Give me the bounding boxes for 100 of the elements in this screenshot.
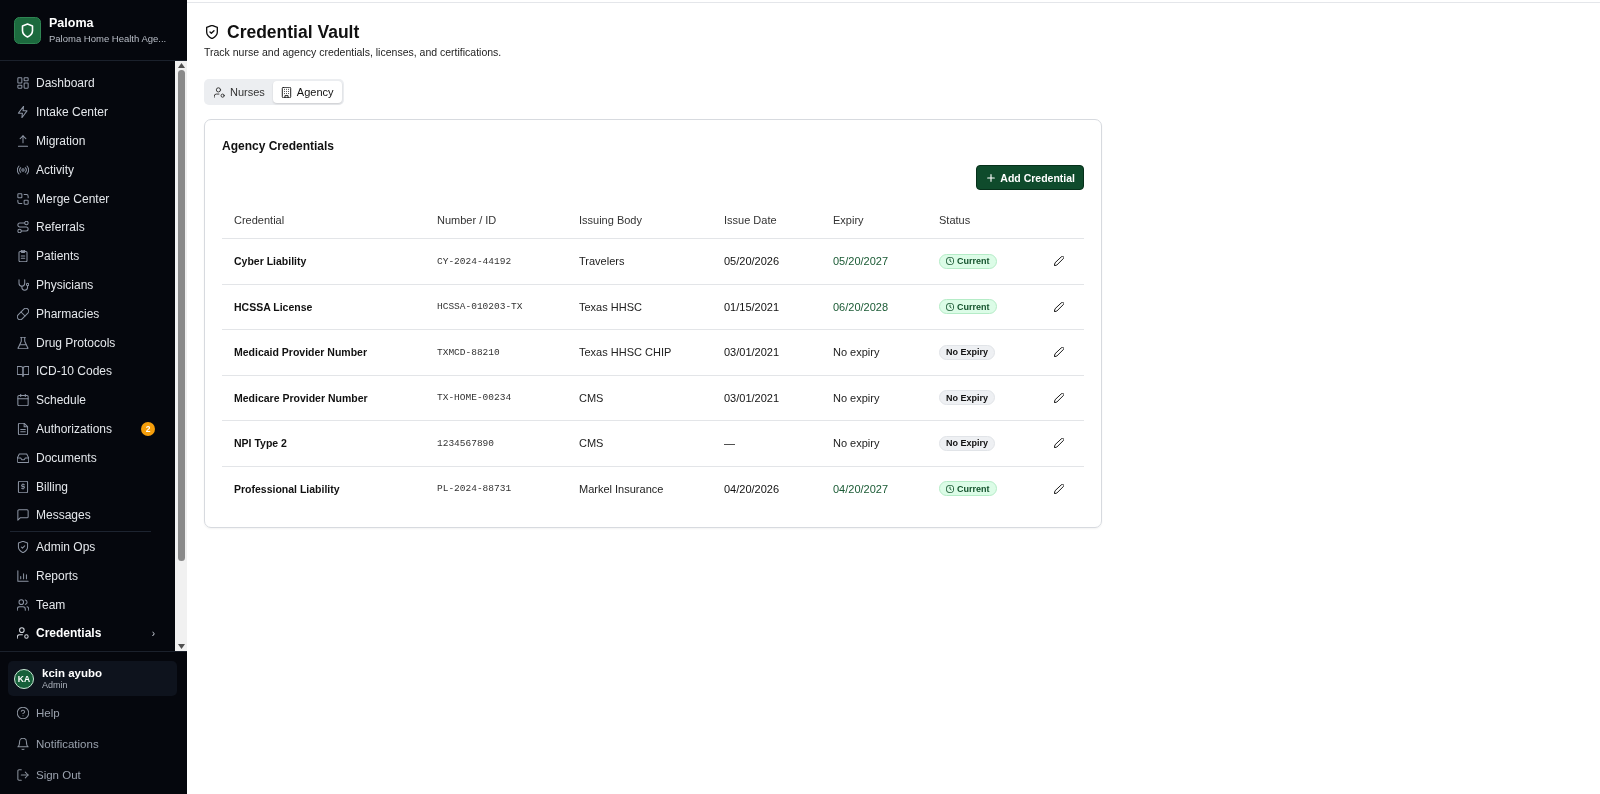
table-cell: CMS <box>567 420 712 466</box>
nav-item[interactable]: Migration <box>0 126 175 156</box>
nav-item[interactable]: Team <box>0 590 175 619</box>
plus-icon <box>986 172 997 183</box>
nav-item[interactable]: Schedule <box>0 385 175 415</box>
table-cell: Medicare Provider Number <box>222 375 425 421</box>
clock-icon <box>946 484 954 493</box>
book-icon <box>17 365 29 378</box>
building-icon <box>280 86 292 98</box>
scrollbar[interactable] <box>175 61 187 651</box>
table-cell: 04/20/2026 <box>712 466 821 511</box>
nav-item[interactable]: Pharmacies <box>0 299 175 329</box>
sidebar-link[interactable]: Notifications <box>0 728 99 760</box>
sidebar-link[interactable]: Help <box>0 697 60 729</box>
bolt-icon <box>17 106 29 119</box>
calendar-icon <box>17 394 29 407</box>
pencil-icon[interactable] <box>1054 301 1064 312</box>
page-subtitle: Track nurse and agency credentials, licenses, and certifications. <box>204 45 502 59</box>
table-cell: 03/01/2021 <box>712 329 821 375</box>
nav-item[interactable]: Authorizations 2 <box>0 414 175 444</box>
broadcast-icon <box>17 163 29 176</box>
table-cell: Markel Insurance <box>567 466 712 511</box>
column-header: Expiry <box>821 202 927 239</box>
scroll-up-arrow-icon[interactable] <box>177 63 185 68</box>
table-cell: 03/01/2021 <box>712 375 821 421</box>
shield-logo-icon <box>14 16 41 44</box>
scroll-down-arrow-icon[interactable] <box>177 644 185 649</box>
user-role: Admin <box>42 679 69 691</box>
pencil-icon[interactable] <box>1054 256 1064 267</box>
dollar-receipt-icon <box>17 480 29 493</box>
table-cell: No expiry <box>821 420 927 466</box>
table-cell: 04/20/2027 <box>821 466 927 511</box>
pill-icon <box>17 307 29 320</box>
table-cell: NPI Type 2 <box>222 420 425 466</box>
user-card[interactable]: KA kcin ayubo Admin <box>8 661 177 696</box>
table-cell: HCSSA-010203-TX <box>425 284 567 330</box>
sidebar-link[interactable]: Sign Out <box>0 759 81 791</box>
table-cell: CY-2024-44192 <box>425 238 567 284</box>
bell-icon <box>17 738 29 750</box>
swap-squares-icon <box>17 192 29 205</box>
table-cell: Medicaid Provider Number <box>222 329 425 375</box>
nav-item[interactable]: Documents <box>0 443 175 473</box>
brand-name: Paloma <box>49 16 95 30</box>
nav-item[interactable]: Merge Center <box>0 184 175 213</box>
table-cell: CMS <box>567 375 712 421</box>
table-cell: — <box>712 420 821 466</box>
nav-item[interactable]: Physicians <box>0 270 175 300</box>
table-cell: HCSSA License <box>222 284 425 330</box>
nav-item[interactable]: Messages <box>0 500 175 530</box>
status-text: No Expiry <box>946 438 988 449</box>
scrollbar-thumb[interactable] <box>177 70 185 561</box>
table-cell: 01/15/2021 <box>712 284 821 330</box>
pencil-icon[interactable] <box>1054 483 1064 494</box>
nav-item[interactable]: Drug Protocols <box>0 328 175 357</box>
table-cell: 06/20/2028 <box>821 284 927 330</box>
upload-icon <box>17 135 29 147</box>
column-header: Credential <box>222 202 425 239</box>
pencil-icon[interactable] <box>1054 438 1064 449</box>
table-cell: PL-2024-88731 <box>425 466 567 511</box>
status-text: Current <box>957 256 990 267</box>
nav-item[interactable]: Intake Center <box>0 97 175 127</box>
users-icon <box>17 598 29 611</box>
tab[interactable]: Agency <box>272 81 342 103</box>
nav-item[interactable]: Referrals <box>0 213 175 242</box>
nav-item[interactable]: Billing <box>0 472 175 501</box>
submenu-chevron: › <box>151 627 155 639</box>
stethoscope-icon <box>17 278 29 291</box>
clock-icon <box>946 257 954 266</box>
person-icon <box>214 86 225 98</box>
nav-item[interactable]: Credentials › <box>0 618 175 648</box>
nav-item[interactable]: ICD-10 Codes <box>0 356 175 386</box>
nav-item[interactable]: Activity <box>0 155 175 185</box>
status-text: Current <box>957 301 990 312</box>
status-text: No Expiry <box>946 392 988 403</box>
shield-check-icon <box>205 25 219 39</box>
clock-icon <box>946 302 954 311</box>
pencil-icon[interactable] <box>1054 347 1064 358</box>
column-header: Issue Date <box>712 202 821 239</box>
nav-item[interactable]: Reports <box>0 561 175 591</box>
status-text: No Expiry <box>946 347 988 358</box>
table-cell: 05/20/2026 <box>712 238 821 284</box>
table-cell: Travelers <box>567 238 712 284</box>
table-cell: 1234567890 <box>425 420 567 466</box>
chat-icon <box>17 509 29 522</box>
nav-item[interactable]: Dashboard <box>0 69 175 98</box>
nav-item[interactable]: Patients <box>0 241 175 271</box>
status-text: Current <box>957 483 990 494</box>
route-icon <box>17 221 29 234</box>
table-cell: 05/20/2027 <box>821 238 927 284</box>
column-header: Issuing Body <box>567 202 712 239</box>
nav-item[interactable]: Admin Ops <box>0 532 175 562</box>
tab[interactable]: Nurses <box>206 81 273 103</box>
add-credential-button[interactable]: Add Credential <box>976 165 1084 190</box>
count-badge: 2 <box>141 421 155 436</box>
table-cell: Cyber Liability <box>222 238 425 284</box>
card-title: Agency Credentials <box>222 138 335 154</box>
table-cell: No expiry <box>821 375 927 421</box>
pencil-icon[interactable] <box>1054 392 1064 403</box>
document-icon <box>17 422 29 435</box>
table-cell: TX-HOME-00234 <box>425 375 567 421</box>
